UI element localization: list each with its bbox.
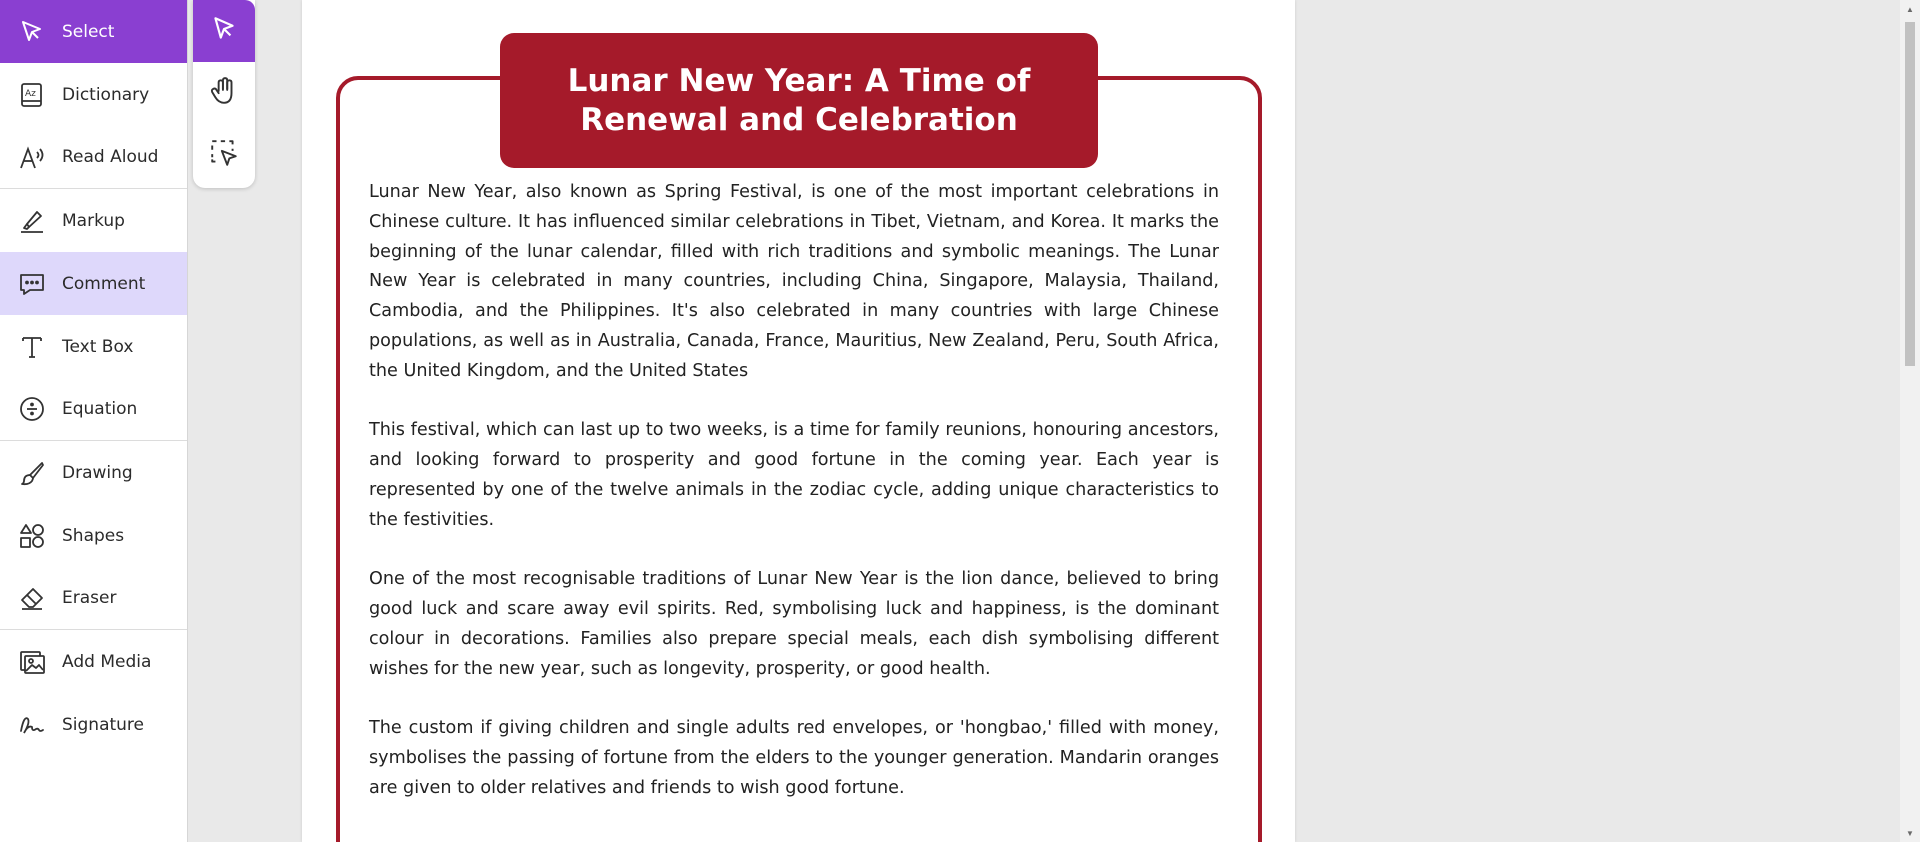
divide-icon	[17, 394, 47, 424]
document-page: Lunar New Year: A Time of Renewal and Ce…	[302, 0, 1295, 842]
scrollbar-thumb[interactable]	[1905, 22, 1915, 366]
sidebar-item-label: Comment	[62, 273, 146, 294]
comment-icon	[17, 269, 47, 299]
sidebar-item-eraser[interactable]: Eraser	[0, 567, 187, 630]
signature-icon	[17, 710, 47, 740]
pointer-icon	[17, 17, 47, 47]
sidebar-item-markup[interactable]: Markup	[0, 189, 187, 252]
submenu-area-select[interactable]	[193, 124, 255, 186]
text-box-icon	[17, 332, 47, 362]
scroll-down-arrow-icon[interactable]: ▼	[1905, 828, 1915, 838]
sidebar-item-signature[interactable]: Signature	[0, 693, 187, 756]
pointer-icon	[209, 14, 239, 49]
paragraph: One of the most recognisable traditions …	[369, 569, 1219, 679]
sidebar-item-label: Select	[62, 21, 115, 42]
image-icon	[17, 647, 47, 677]
read-aloud-icon	[17, 142, 47, 172]
brush-icon	[17, 458, 47, 488]
sidebar-item-comment[interactable]: Comment	[0, 252, 187, 315]
sidebar-item-label: Drawing	[62, 462, 133, 483]
sidebar-item-select[interactable]: Select	[0, 0, 187, 63]
document-title: Lunar New Year: A Time of Renewal and Ce…	[567, 62, 1031, 138]
sidebar-item-label: Equation	[62, 399, 138, 419]
sidebar-item-label: Shapes	[62, 525, 125, 546]
sidebar-item-label: Read Aloud	[62, 147, 159, 167]
shapes-icon	[17, 521, 47, 551]
paragraph: Lunar New Year, also known as Spring Fes…	[369, 182, 1219, 381]
title-banner: Lunar New Year: A Time of Renewal and Ce…	[500, 33, 1098, 168]
dictionary-icon: Az	[17, 80, 47, 110]
document-body: Lunar New Year, also known as Spring Fes…	[369, 178, 1219, 834]
submenu-pan-hand[interactable]	[193, 62, 255, 124]
sidebar-item-label: Markup	[62, 210, 125, 231]
sidebar-item-label: Signature	[62, 714, 145, 735]
highlighter-icon	[17, 206, 47, 236]
sidebar-item-label: Dictionary	[62, 84, 150, 105]
sidebar-item-shapes[interactable]: Shapes	[0, 504, 187, 567]
submenu-select-pointer[interactable]	[193, 0, 255, 62]
sidebar-item-label: Eraser	[62, 588, 117, 608]
selection-box-icon	[209, 138, 239, 173]
svg-text:Az: Az	[25, 89, 36, 99]
pointer-submenu	[193, 0, 255, 188]
paragraph: This festival, which can last up to two …	[369, 420, 1219, 530]
sidebar-item-drawing[interactable]: Drawing	[0, 441, 187, 504]
hand-icon	[209, 76, 239, 111]
sidebar-item-add-media[interactable]: Add Media	[0, 630, 187, 693]
tool-sidebar: Select Az Dictionary Read Aloud Markup C…	[0, 0, 188, 842]
eraser-icon	[17, 583, 47, 613]
sidebar-item-label: Add Media	[62, 651, 152, 672]
sidebar-item-label: Text Box	[62, 336, 134, 357]
paragraph: The custom if giving children and single…	[369, 718, 1219, 798]
scroll-up-arrow-icon[interactable]: ▲	[1905, 4, 1915, 14]
sidebar-item-text-box[interactable]: Text Box	[0, 315, 187, 378]
sidebar-item-dictionary[interactable]: Az Dictionary	[0, 63, 187, 126]
sidebar-item-read-aloud[interactable]: Read Aloud	[0, 126, 187, 189]
vertical-scrollbar[interactable]: ▲ ▼	[1900, 0, 1920, 842]
sidebar-item-equation[interactable]: Equation	[0, 378, 187, 441]
